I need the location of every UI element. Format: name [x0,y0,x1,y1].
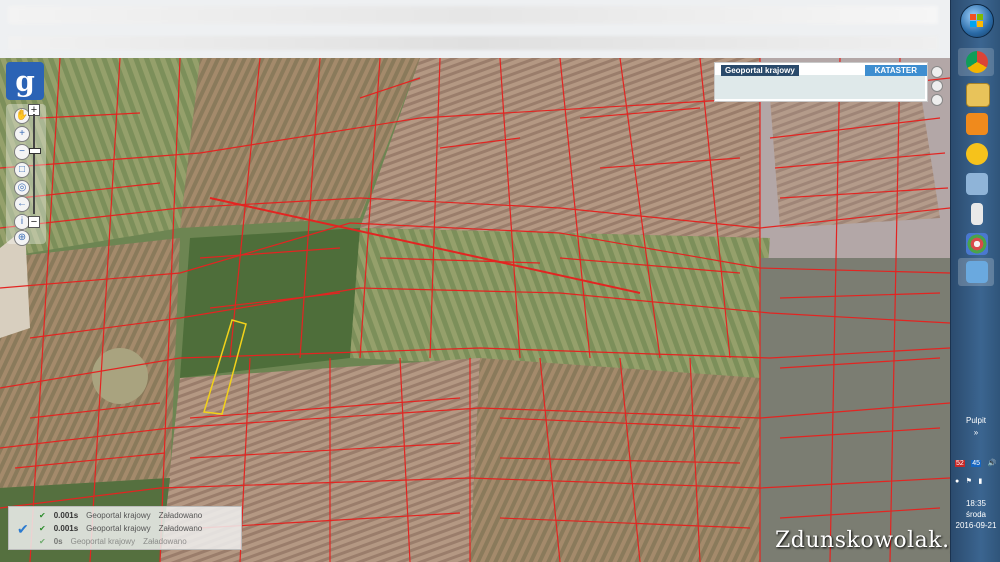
network-icon[interactable]: ▮ [978,477,982,485]
zoom-slider-handle[interactable] [29,148,41,154]
tray-badge[interactable]: 45 [971,460,982,467]
map-tools-panel: ✋ + − □ ◎ ← i ⊕ [6,104,46,246]
tray-icon[interactable]: ● [955,478,959,485]
taskbar-app[interactable] [958,140,994,168]
check-icon: ✔ [17,521,29,537]
clock-date: 2016-09-21 [955,521,997,530]
app-icon [966,173,988,195]
right-map-controls [930,64,944,128]
taskbar-explorer[interactable] [958,80,994,108]
status-row: ✔ 0s Geoportal krajowy Załadowano [39,535,187,547]
zoom-extent-icon[interactable]: ◎ [14,180,30,196]
crosshair-icon[interactable]: ⊕ [14,230,30,246]
paint-icon [966,233,988,255]
map-control-button[interactable] [931,66,943,78]
status-state: Załadowano [158,523,203,533]
tray-badge[interactable]: 52 [955,460,965,467]
zoom-out-tool-icon[interactable]: − [14,144,30,160]
taskbar-photo-viewer[interactable] [958,258,994,286]
service-title: Geoportal krajowy [721,65,799,76]
media-player-icon [966,113,988,135]
flag-icon[interactable]: ⚑ [966,477,972,485]
eye-icon[interactable] [931,94,943,106]
kataster-tab[interactable]: KATASTER [864,65,927,76]
zoom-box-icon[interactable]: □ [14,162,30,178]
blurred-tabs [8,6,938,24]
check-icon: ✔ [39,510,46,520]
blurred-bookmarks-bar [8,36,938,50]
windows-taskbar: Pulpit » 52 45 🔊 ● ⚑ ▮ 18:35 środa 2016-… [950,0,1000,562]
status-state: Załadowano [158,510,203,520]
start-button[interactable] [960,4,994,38]
phone-icon [971,203,983,225]
status-service: Geoportal krajowy [86,510,151,520]
zoom-slider[interactable]: + − [28,104,41,228]
geoportal-logo[interactable]: g [6,62,44,100]
taskbar-app[interactable] [958,170,994,198]
zoom-out-button[interactable]: − [28,216,40,228]
field-patch [770,88,940,228]
taskbar-media-player[interactable] [958,110,994,138]
overview-map[interactable]: Geoportal krajowy KATASTER [714,62,928,102]
status-time: 0.001s [53,510,79,520]
folder-icon [966,83,990,107]
taskbar-paint[interactable] [958,230,994,258]
clock-time: 18:35 [965,499,987,508]
status-state: Załadowano [143,536,187,546]
zoom-slider-track[interactable] [33,114,35,214]
taskbar-chrome[interactable] [958,48,994,76]
status-row: ✔ 0.001s Geoportal krajowy Załadowano [39,509,202,521]
status-service: Geoportal krajowy [86,523,151,533]
status-row: ✔ 0.001s Geoportal krajowy Załadowano [39,522,202,534]
status-time: 0s [53,536,63,546]
taskbar-phone-app[interactable] [958,200,994,228]
map-canvas[interactable] [0,58,950,562]
photo-viewer-icon [966,261,988,283]
desktop-label[interactable]: Pulpit [951,416,1000,425]
overview-map-image[interactable] [715,75,925,99]
check-icon: ✔ [39,536,46,546]
clock[interactable]: 18:35 środa 2016-09-21 [951,498,1000,531]
windows-logo-icon [970,14,984,28]
volume-icon[interactable]: 🔊 [988,459,997,467]
cadastral-map[interactable] [0,58,950,562]
chrome-icon [966,51,988,73]
chevron-down-icon[interactable]: » [951,428,1000,437]
field-patch [360,58,760,238]
back-arrow-icon[interactable]: ← [14,196,30,212]
check-icon: ✔ [39,523,46,533]
layer-loading-status: ✔ ✔ 0.001s Geoportal krajowy Załadowano … [8,506,242,550]
watermark: Zdunskowolak.pl [775,528,972,553]
status-time: 0.001s [53,523,79,533]
system-tray: 52 45 🔊 ● ⚑ ▮ [955,452,999,488]
status-service: Geoportal krajowy [70,536,136,546]
browser-toolbar [0,0,950,58]
map-control-button[interactable] [931,80,943,92]
clock-day: środa [965,510,986,519]
app-icon [966,143,988,165]
zoom-in-tool-icon[interactable]: + [14,126,30,142]
